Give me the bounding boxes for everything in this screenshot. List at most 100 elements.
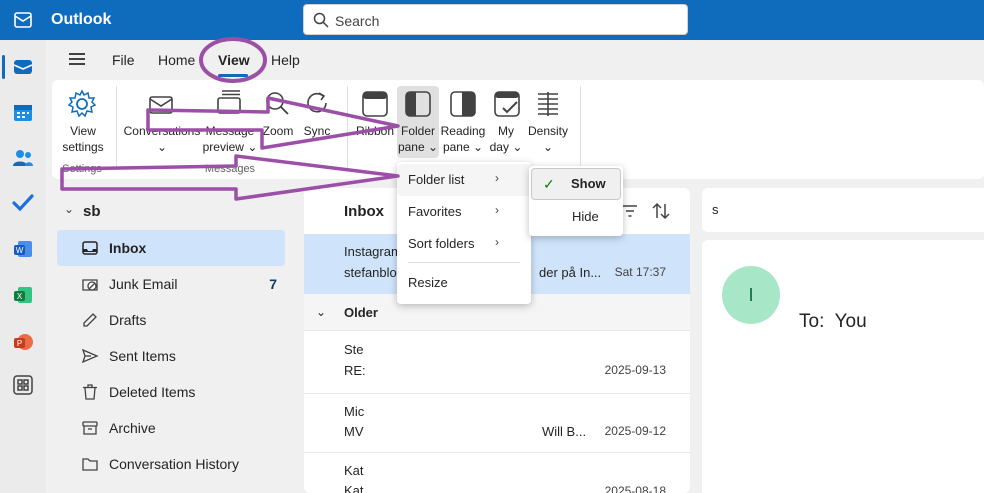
title-bar: Outlook Search (0, 0, 984, 40)
ribbon-separator (580, 86, 581, 170)
message-date: Sat 17:37 (614, 265, 666, 279)
svg-text:X: X (17, 292, 23, 301)
message-subject: RE: (344, 363, 366, 378)
folder-pane-button[interactable]: Folder pane ⌄ (397, 123, 439, 155)
folder-icon (82, 458, 98, 471)
sidebar-item-drafts[interactable]: Drafts (57, 302, 285, 338)
filter-icon[interactable] (622, 203, 638, 219)
reading-pane-icon (450, 91, 476, 117)
hamburger-menu-icon[interactable] (69, 53, 85, 65)
folder-pane-icon (405, 91, 431, 117)
inbox-icon (82, 241, 98, 255)
svg-text:P: P (17, 339, 22, 348)
to-value: You (834, 311, 867, 332)
chevron-down-icon: ⌄ (316, 305, 327, 319)
folder-label: Conversation History (109, 456, 239, 472)
folder-label: Junk Email (109, 276, 178, 292)
ribbon-separator (116, 86, 117, 170)
menu-item-folder-list[interactable]: Folder list (408, 172, 464, 187)
chevron-down-icon: ⌄ (542, 140, 554, 154)
drafts-icon (83, 313, 97, 327)
menu-item-resize[interactable]: Resize (408, 275, 448, 290)
sync-icon (307, 92, 327, 113)
powerpoint-icon[interactable]: P (11, 330, 35, 354)
conversations-button[interactable]: Conversations (122, 123, 202, 139)
folder-label: Inbox (109, 240, 147, 256)
folder-pane-label-2: pane ⌄ (397, 140, 439, 154)
message-sender: Ste (344, 342, 364, 357)
ribbon-button[interactable]: Ribbon (353, 123, 397, 139)
message-list-title: Inbox (344, 203, 384, 220)
outlook-logo-icon (14, 12, 32, 28)
message-preview-label-1: Message (205, 124, 255, 138)
tab-view[interactable]: View (218, 52, 250, 68)
view-settings-button[interactable]: View settings (58, 123, 108, 155)
people-icon[interactable] (11, 146, 35, 170)
my-day-label-2: day ⌄ (489, 140, 523, 154)
todo-icon[interactable] (11, 191, 35, 215)
reading-pane-button[interactable]: Reading pane ⌄ (440, 123, 486, 155)
sync-button[interactable]: Sync (299, 123, 335, 139)
reading-pane-label-1: Reading (440, 124, 486, 138)
message-row[interactable]: Ste RE: 2025-09-13 (304, 331, 690, 393)
chevron-right-icon: › (495, 235, 499, 249)
show-label: Show (571, 176, 606, 191)
message-subject: Kat (344, 483, 364, 493)
search-input[interactable]: Search (303, 4, 688, 35)
menu-bar: File Home View Help (46, 40, 984, 80)
recipient-line: To: You (799, 311, 867, 333)
density-button[interactable]: Density (524, 123, 572, 139)
group-settings-label: Settings (62, 163, 102, 175)
word-icon[interactable]: W (11, 237, 35, 261)
message-preview-button[interactable]: Message preview ⌄ (202, 123, 258, 155)
sidebar-item-sent-items[interactable]: Sent Items (57, 338, 285, 374)
mail-icon[interactable] (11, 55, 35, 79)
archive-icon (82, 421, 98, 435)
menu-divider (408, 262, 520, 263)
rail-active-indicator (2, 55, 5, 79)
sidebar-item-junk-email[interactable]: Junk Email 7 (57, 266, 285, 302)
reading-pane-header: s (702, 188, 984, 232)
my-day-icon (494, 91, 520, 117)
send-icon (81, 348, 99, 364)
message-subject-tail: Will B... (542, 424, 587, 439)
search-icon (313, 12, 329, 28)
zoom-button[interactable]: Zoom (258, 123, 298, 139)
chevron-right-icon: › (495, 171, 499, 185)
to-label: To: (799, 311, 825, 332)
message-date: 2025-08-18 (604, 484, 666, 493)
message-row[interactable]: Kat Kat 2025-08-18 (304, 453, 690, 493)
reading-pane-label-2: pane ⌄ (442, 140, 484, 154)
tab-help[interactable]: Help (271, 52, 300, 68)
sort-icon[interactable] (652, 202, 670, 220)
tab-home[interactable]: Home (158, 52, 195, 68)
message-row[interactable]: Mic MV Will B... 2025-09-12 (304, 394, 690, 452)
active-tab-indicator (218, 74, 248, 77)
tab-file[interactable]: File (112, 52, 135, 68)
sidebar-item-inbox[interactable]: Inbox (57, 230, 285, 266)
calendar-icon[interactable] (11, 101, 35, 125)
junk-icon (82, 279, 98, 291)
folder-pane-menu: Folder list › Favorites › Sort folders ›… (397, 162, 531, 304)
trash-icon (83, 384, 97, 400)
message-sender: Mic (344, 404, 365, 419)
apps-icon[interactable] (11, 373, 35, 397)
view-settings-label-2: settings (62, 140, 104, 154)
menu-item-sort-folders[interactable]: Sort folders (408, 236, 474, 251)
menu-item-favorites[interactable]: Favorites (408, 204, 461, 219)
account-name[interactable]: sb (83, 203, 101, 220)
sidebar-item-archive[interactable]: Archive (57, 410, 285, 446)
sidebar-item-conversation-history[interactable]: Conversation History (57, 446, 285, 482)
message-preview-left: stefanblo (344, 265, 397, 280)
folder-label: Deleted Items (109, 384, 196, 400)
excel-icon[interactable]: X (11, 283, 35, 307)
chevron-down-icon: ⌄ (156, 140, 168, 154)
my-day-button[interactable]: My day ⌄ (488, 123, 524, 155)
app-rail: W X P (0, 40, 46, 493)
message-date: 2025-09-13 (604, 363, 666, 377)
sidebar-item-deleted-items[interactable]: Deleted Items (57, 374, 285, 410)
density-icon (538, 92, 558, 116)
folder-label: Archive (109, 420, 156, 436)
chevron-down-icon[interactable]: ⌄ (64, 202, 74, 216)
menu-item-hide[interactable]: Hide (572, 209, 599, 224)
